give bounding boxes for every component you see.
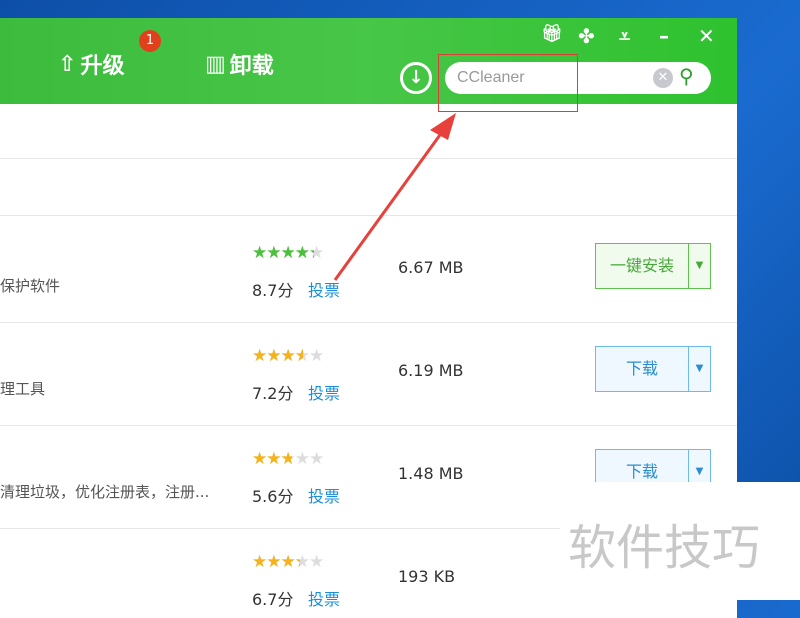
watermark: 软件技巧	[560, 482, 800, 600]
